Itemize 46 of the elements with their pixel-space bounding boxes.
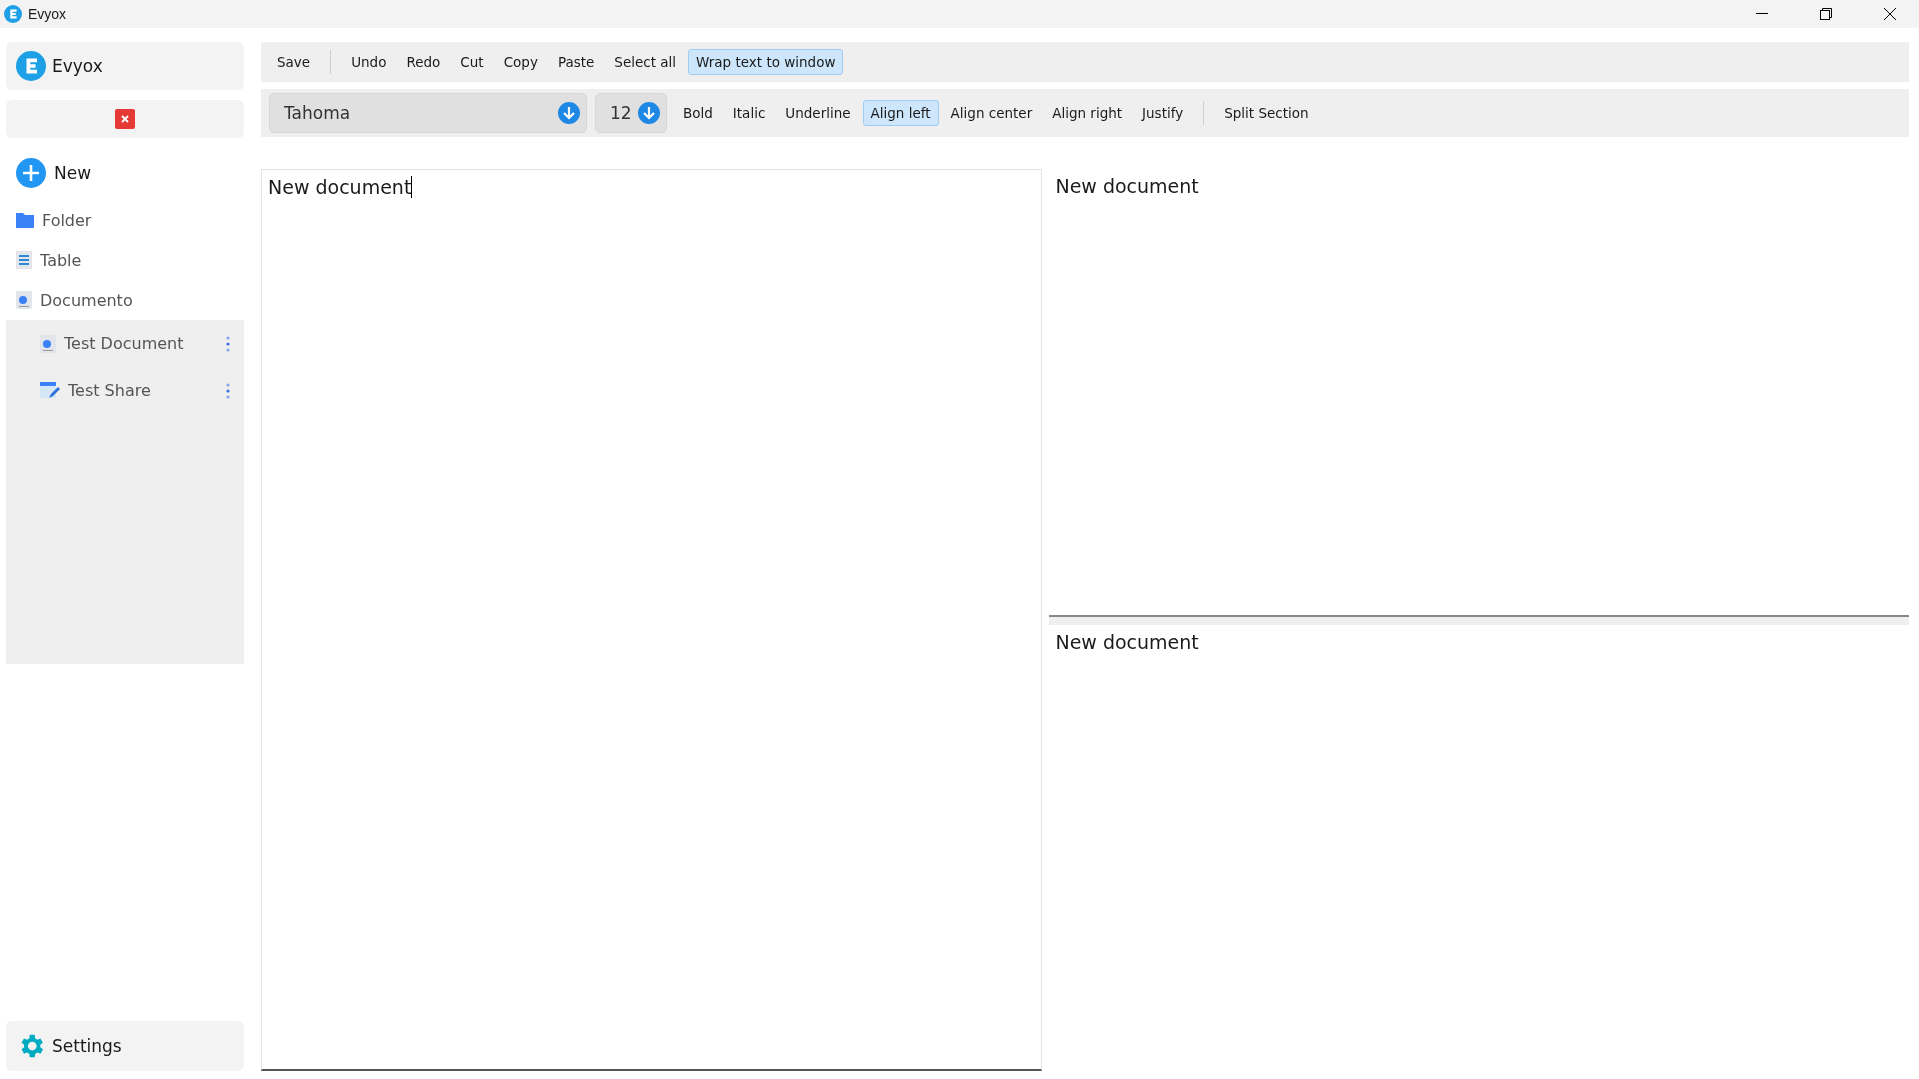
- new-button[interactable]: New: [54, 163, 230, 183]
- document-text: New document: [1055, 175, 1199, 197]
- format-button[interactable]: Italic: [724, 100, 774, 126]
- close-icon[interactable]: [1884, 8, 1896, 20]
- edit-sheet-icon: [40, 381, 60, 400]
- format-button[interactable]: Align center: [942, 100, 1041, 126]
- logo-icon: [4, 5, 22, 23]
- editor-pane[interactable]: New document: [1049, 625, 1909, 1071]
- sidebar-item[interactable]: Documento: [40, 290, 230, 310]
- toolbar-button[interactable]: Save: [269, 49, 319, 75]
- document-icon: [16, 291, 32, 309]
- app-name: Evyox: [52, 56, 103, 76]
- format-button[interactable]: Align left: [862, 100, 939, 126]
- more-icon[interactable]: [226, 335, 230, 352]
- sidebar-item[interactable]: Test Share: [68, 381, 218, 400]
- toolbar-button[interactable]: Paste: [549, 49, 603, 75]
- toolbar-button[interactable]: Wrap text to window: [688, 49, 844, 75]
- format-button[interactable]: Bold: [675, 100, 721, 126]
- minimize-icon[interactable]: [1756, 13, 1768, 15]
- font-dropdown[interactable]: Tahoma: [269, 93, 587, 133]
- table-icon: [16, 251, 32, 269]
- toolbar-button[interactable]: Select all: [606, 49, 685, 75]
- document-icon: [40, 334, 56, 353]
- toolbar-button[interactable]: Copy: [495, 49, 546, 75]
- size-dropdown[interactable]: 12: [595, 93, 667, 133]
- sidebar-item[interactable]: Folder: [42, 210, 230, 230]
- toolbar-button[interactable]: Redo: [398, 49, 449, 75]
- sidebar-item[interactable]: Test Document: [64, 334, 218, 353]
- settings-label[interactable]: Settings: [52, 1036, 122, 1056]
- format-button[interactable]: Align right: [1044, 100, 1131, 126]
- toolbar-button[interactable]: Undo: [343, 49, 395, 75]
- logo-icon: [16, 51, 46, 81]
- toolbar-button[interactable]: Cut: [452, 49, 492, 75]
- restore-icon[interactable]: [1820, 8, 1832, 20]
- more-icon[interactable]: [226, 382, 230, 399]
- editor-pane[interactable]: New document: [261, 169, 1043, 1071]
- format-button[interactable]: Split Section: [1216, 100, 1317, 126]
- folder-icon: [16, 212, 34, 228]
- document-text: New document: [1055, 631, 1199, 653]
- format-button[interactable]: Underline: [777, 100, 859, 126]
- window-title: Evyox: [28, 6, 68, 22]
- document-text: New document: [268, 176, 413, 198]
- plus-icon[interactable]: [16, 158, 46, 188]
- sidebar-item[interactable]: Table: [40, 250, 230, 270]
- editor-pane[interactable]: New document: [1049, 169, 1909, 617]
- format-button[interactable]: Justify: [1134, 100, 1192, 126]
